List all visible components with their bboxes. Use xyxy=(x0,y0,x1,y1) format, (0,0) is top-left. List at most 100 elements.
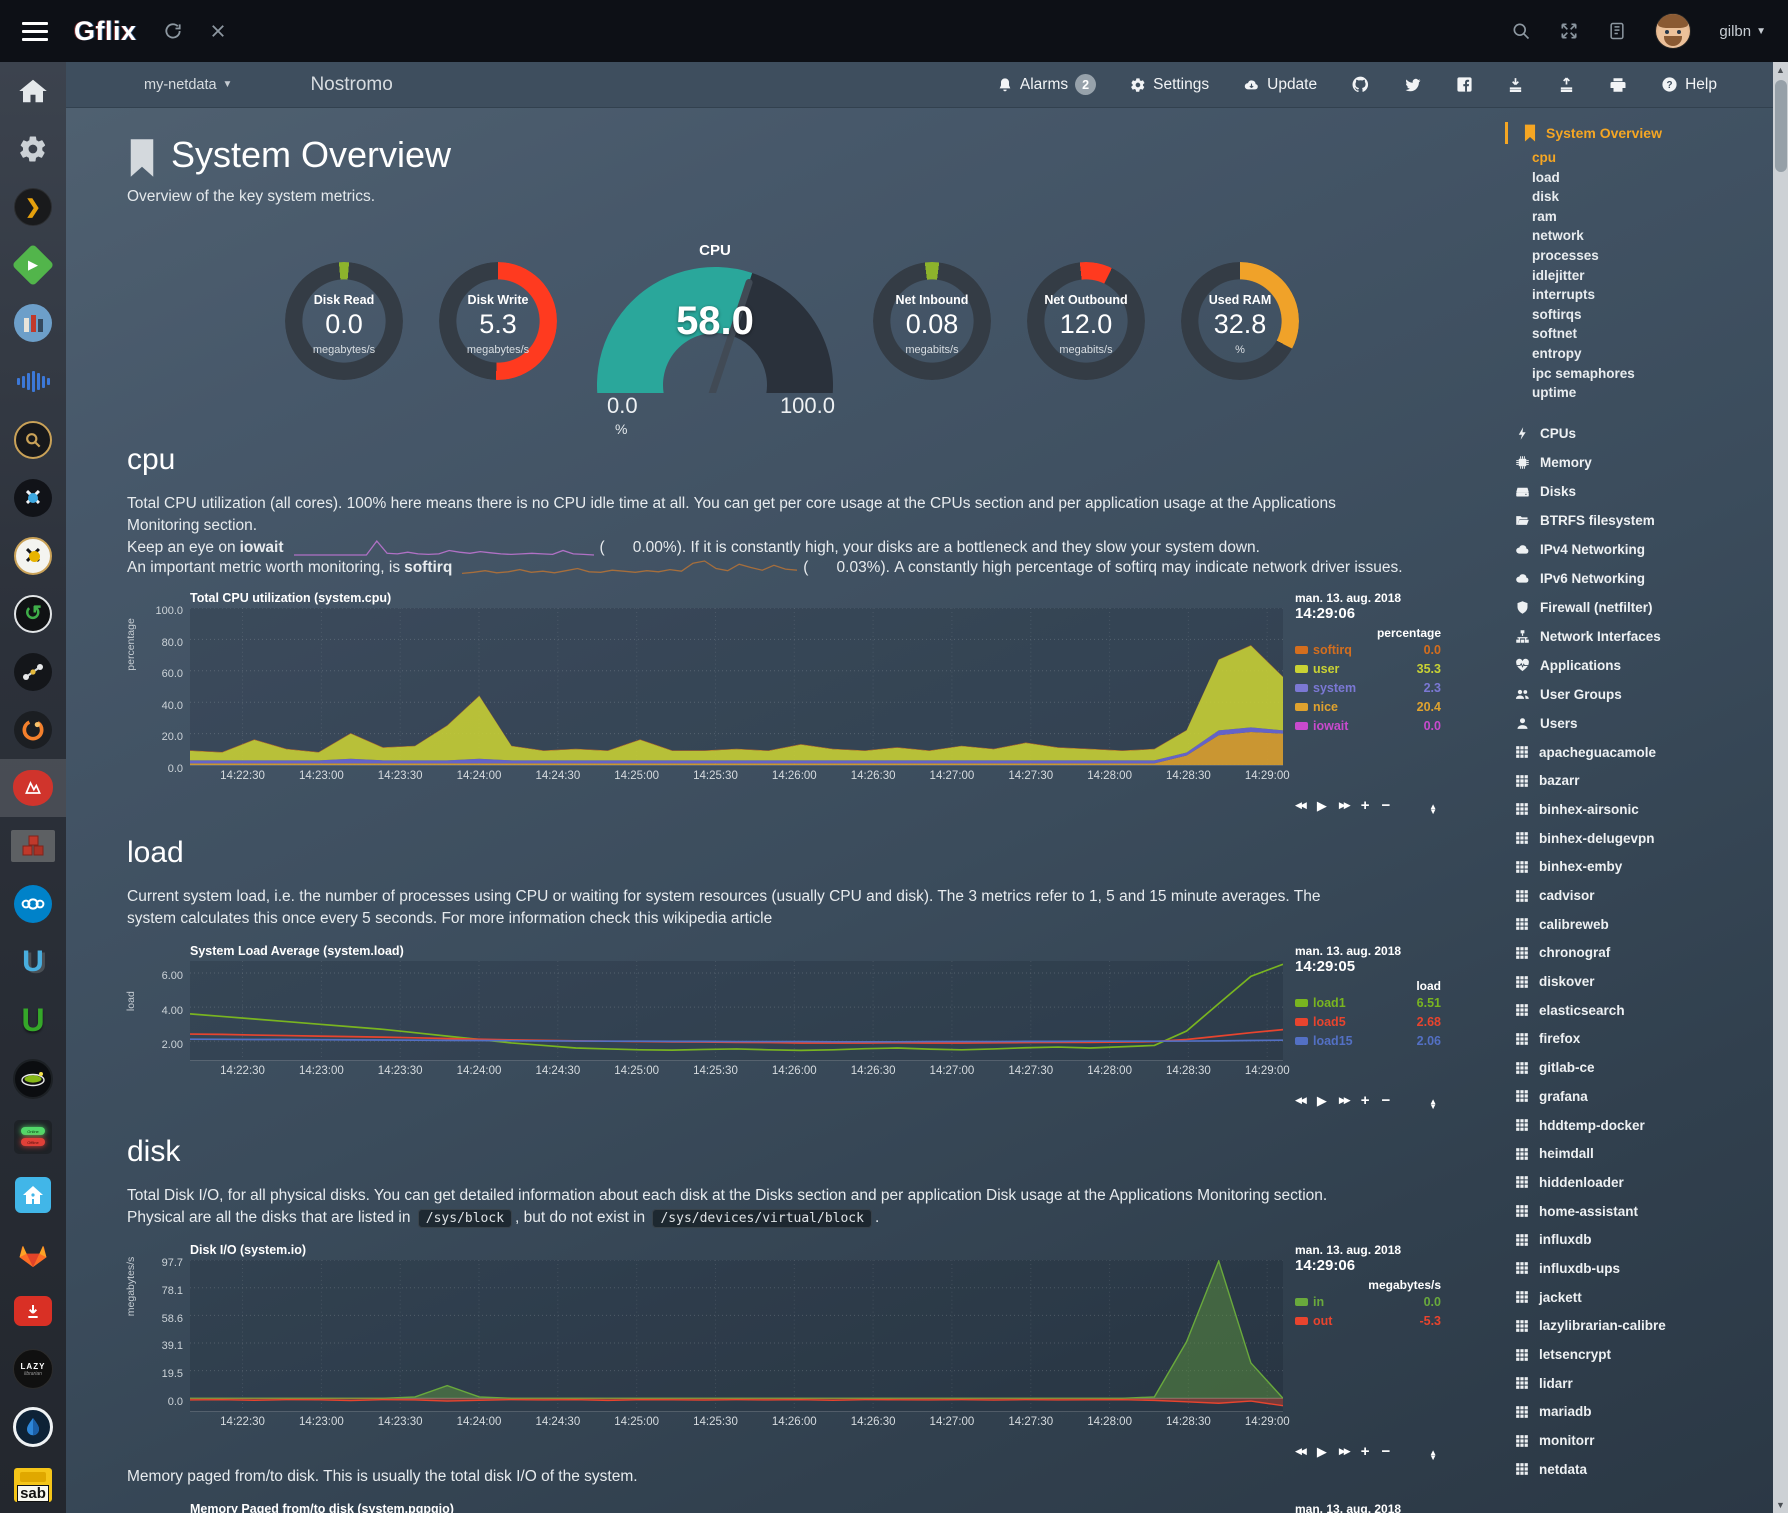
chart-plot-area[interactable] xyxy=(190,961,1283,1061)
update-button[interactable]: Update xyxy=(1243,76,1317,94)
hamburger-menu-icon[interactable] xyxy=(22,22,48,41)
sidebar-app-grafana-icon[interactable] xyxy=(0,701,66,759)
sidebar-app-cadvisor[interactable]: cadvisor xyxy=(1515,881,1773,910)
sidebar-app-binhex-airsonic[interactable]: binhex-airsonic xyxy=(1515,795,1773,824)
zoom-in-icon[interactable]: + xyxy=(1361,1443,1370,1460)
sidebar-app-monitorr-icon[interactable]: OnlineOffline xyxy=(0,1108,66,1166)
play-icon[interactable]: ▶ xyxy=(1317,798,1327,814)
twitter-link[interactable] xyxy=(1404,76,1422,94)
sidebar-app-plex-icon[interactable]: ❯ xyxy=(0,178,66,236)
gauge-net-inbound[interactable]: Net Inbound0.08megabits/s xyxy=(873,262,991,380)
sidebar-section-ipv6-networking[interactable]: IPv6 Networking xyxy=(1515,564,1773,593)
sidebar-app-letsencrypt[interactable]: letsencrypt xyxy=(1515,1340,1773,1369)
sidebar-item-idlejitter[interactable]: idlejitter xyxy=(1532,268,1773,288)
sidebar-app-sabnzbd-icon[interactable]: sab xyxy=(0,1456,66,1513)
zoom-in-icon[interactable]: + xyxy=(1361,1092,1370,1109)
sidebar-app-netdata-icon[interactable] xyxy=(0,759,66,817)
memory-paged-chart[interactable]: megabytes/s97.778.158.639.119.50.0Memory… xyxy=(127,1502,1503,1513)
chart-resize-handle[interactable]: ▲▼ xyxy=(1429,1099,1437,1109)
sidebar-app-x-blue-app-icon[interactable]: ✕ xyxy=(0,469,66,527)
legend-row[interactable]: user35.3 xyxy=(1295,659,1441,678)
scrollbar-thumb[interactable] xyxy=(1775,80,1787,172)
sidebar-app-diskover[interactable]: diskover xyxy=(1515,967,1773,996)
sidebar-app-settings-gear-icon[interactable] xyxy=(0,120,66,178)
iowait-sparkline[interactable] xyxy=(294,539,594,557)
disk-io-chart[interactable]: megabytes/s97.778.158.639.119.50.0Disk I… xyxy=(127,1243,1503,1436)
load-chart[interactable]: load6.004.002.00System Load Average (sys… xyxy=(127,944,1503,1085)
cpu-chart[interactable]: percentage100.080.060.040.020.00.0Total … xyxy=(127,591,1503,790)
legend-row[interactable]: load16.51 xyxy=(1295,993,1441,1012)
scroll-up-arrow[interactable]: ▲ xyxy=(1773,63,1788,77)
vertical-scrollbar[interactable]: ▲ ▼ xyxy=(1773,62,1788,1513)
zoom-out-icon[interactable]: − xyxy=(1381,797,1390,814)
sidebar-app-node-link-app-icon[interactable] xyxy=(0,643,66,701)
sidebar-app-bazarr[interactable]: bazarr xyxy=(1515,766,1773,795)
sidebar-section-btrfs-filesystem[interactable]: BTRFS filesystem xyxy=(1515,506,1773,535)
play-icon[interactable]: ▶ xyxy=(1317,1093,1327,1109)
search-icon[interactable] xyxy=(1511,21,1531,41)
sidebar-app-firefox[interactable]: firefox xyxy=(1515,1025,1773,1054)
sidebar-item-disk[interactable]: disk xyxy=(1532,189,1773,209)
user-menu[interactable]: gilbn ▼ xyxy=(1719,23,1766,40)
help-button[interactable]: ? Help xyxy=(1661,76,1717,94)
sidebar-app-hddtemp-docker[interactable]: hddtemp-docker xyxy=(1515,1111,1773,1140)
legend-row[interactable]: iowait0.0 xyxy=(1295,716,1441,735)
forward-icon[interactable]: ▶▶ xyxy=(1339,1446,1349,1457)
sidebar-app-monitorr[interactable]: monitorr xyxy=(1515,1426,1773,1455)
sidebar-app-binhex-delugevpn[interactable]: binhex-delugevpn xyxy=(1515,824,1773,853)
sidebar-section-applications[interactable]: Applications xyxy=(1515,651,1773,680)
close-tab-icon[interactable] xyxy=(209,22,227,40)
sidebar-app-gitlab-ce[interactable]: gitlab-ce xyxy=(1515,1053,1773,1082)
forward-icon[interactable]: ▶▶ xyxy=(1339,800,1349,811)
sidebar-app-binhex-emby[interactable]: binhex-emby xyxy=(1515,852,1773,881)
gauge-cpu[interactable]: CPU58.00.0100.0% xyxy=(593,242,837,393)
settings-button[interactable]: Settings xyxy=(1130,76,1209,94)
legend-row[interactable]: load52.68 xyxy=(1295,1012,1441,1031)
sidebar-app-waveform-app-icon[interactable] xyxy=(0,352,66,410)
sidebar-app-x-yellow-app-icon[interactable]: ✕ xyxy=(0,527,66,585)
sidebar-app-u-gradient-app-icon[interactable]: U xyxy=(0,933,66,991)
sidebar-item-processes[interactable]: processes xyxy=(1532,248,1773,268)
legend-row[interactable]: load152.06 xyxy=(1295,1031,1441,1050)
sidebar-app-home-icon[interactable] xyxy=(0,62,66,120)
gauge-used-ram[interactable]: Used RAM32.8% xyxy=(1181,262,1299,380)
rewind-icon[interactable]: ◀◀ xyxy=(1295,1446,1305,1457)
sidebar-system-overview[interactable]: System Overview xyxy=(1505,122,1773,144)
github-link[interactable] xyxy=(1351,75,1370,94)
alarms-button[interactable]: Alarms 2 xyxy=(997,74,1096,95)
sidebar-app-grafana[interactable]: grafana xyxy=(1515,1082,1773,1111)
sidebar-app-calibreweb[interactable]: calibreweb xyxy=(1515,910,1773,939)
sidebar-app-hiddenloader[interactable]: hiddenloader xyxy=(1515,1168,1773,1197)
play-icon[interactable]: ▶ xyxy=(1317,1444,1327,1460)
sidebar-item-cpu[interactable]: cpu xyxy=(1532,150,1773,170)
gauge-disk-write[interactable]: Disk Write5.3megabytes/s xyxy=(439,262,557,380)
zoom-in-icon[interactable]: + xyxy=(1361,797,1370,814)
import-button[interactable] xyxy=(1507,76,1524,93)
export-button[interactable] xyxy=(1558,76,1575,93)
sidebar-item-interrupts[interactable]: interrupts xyxy=(1532,287,1773,307)
sidebar-app-lidarr[interactable]: lidarr xyxy=(1515,1369,1773,1398)
sidebar-app-jackett-search-icon[interactable] xyxy=(0,411,66,469)
sidebar-app-green-emblem-app-icon[interactable]: ↺ xyxy=(0,585,66,643)
sidebar-section-user-groups[interactable]: User Groups xyxy=(1515,680,1773,709)
sidebar-app-nextcloud-icon[interactable] xyxy=(0,875,66,933)
legend-row[interactable]: nice20.4 xyxy=(1295,697,1441,716)
sidebar-app-water-drop-app-icon[interactable] xyxy=(0,1398,66,1456)
chart-plot-area[interactable] xyxy=(190,608,1283,766)
host-dropdown[interactable]: my-netdata ▼ xyxy=(144,77,232,93)
sidebar-app-chronograf[interactable]: chronograf xyxy=(1515,939,1773,968)
sidebar-app-heimdall[interactable]: heimdall xyxy=(1515,1139,1773,1168)
sidebar-app-apacheguacamole[interactable]: apacheguacamole xyxy=(1515,738,1773,767)
sidebar-section-disks[interactable]: Disks xyxy=(1515,477,1773,506)
fullscreen-icon[interactable] xyxy=(1559,21,1579,41)
scroll-down-arrow[interactable]: ▼ xyxy=(1773,1498,1788,1512)
sidebar-app-lazylibrarian-icon[interactable]: LAZYlibrarian xyxy=(0,1340,66,1398)
gauge-disk-read[interactable]: Disk Read0.0megabytes/s xyxy=(285,262,403,380)
print-button[interactable] xyxy=(1609,76,1627,94)
refresh-icon[interactable] xyxy=(163,21,183,41)
sidebar-app-green-u-app-icon[interactable]: U xyxy=(0,992,66,1050)
user-avatar[interactable] xyxy=(1655,13,1691,49)
sidebar-item-load[interactable]: load xyxy=(1532,170,1773,190)
sidebar-app-influxdb[interactable]: influxdb xyxy=(1515,1225,1773,1254)
sidebar-app-dish-app-icon[interactable] xyxy=(0,1050,66,1108)
